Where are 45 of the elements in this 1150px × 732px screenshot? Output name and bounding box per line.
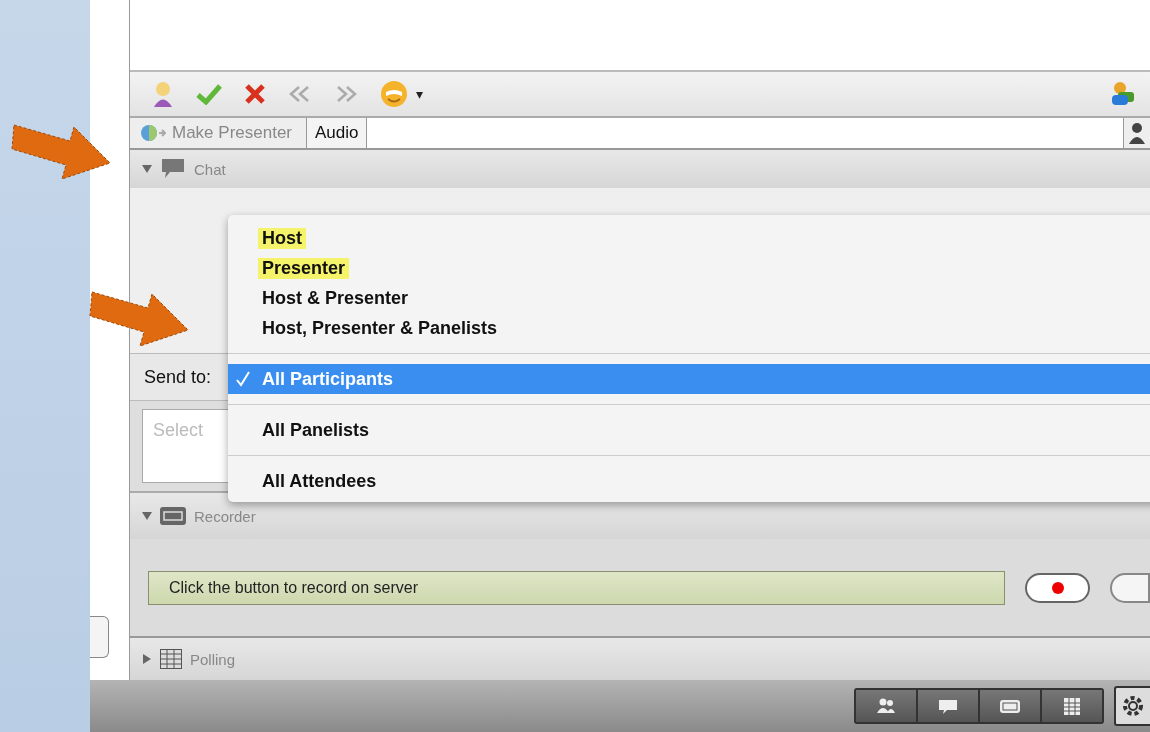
- audio-tab[interactable]: Audio: [306, 118, 368, 148]
- recorder-button[interactable]: [980, 690, 1040, 722]
- side-tab-button[interactable]: [90, 616, 109, 658]
- grid-button[interactable]: [1042, 690, 1102, 722]
- collapse-triangle-icon[interactable]: [142, 511, 152, 521]
- person-icon[interactable]: [152, 80, 174, 108]
- speech-bubble-icon: [160, 158, 186, 180]
- settings-button[interactable]: [1114, 686, 1150, 726]
- recorder-icon: [160, 506, 186, 526]
- checkmark-icon[interactable]: [196, 83, 222, 105]
- speech-bubble-button[interactable]: [918, 690, 978, 722]
- person-icon[interactable]: [1129, 122, 1145, 144]
- menu-item[interactable]: Presenter: [228, 253, 1150, 283]
- expand-triangle-icon[interactable]: [142, 654, 152, 664]
- panel-title: Chat: [194, 160, 226, 178]
- menu-label: Host & Presenter: [262, 287, 409, 309]
- menu-label: All Attendees: [262, 470, 377, 492]
- smiley-icon[interactable]: [380, 80, 408, 108]
- dropdown-caret[interactable]: ▾: [416, 86, 423, 102]
- text-field[interactable]: [367, 118, 1124, 148]
- globe-icon[interactable]: [140, 124, 166, 142]
- record-dot-icon: [1050, 580, 1065, 595]
- send-to-label: Send to:: [144, 366, 212, 388]
- panel-title: Recorder: [194, 507, 256, 525]
- collapse-triangle-icon[interactable]: [142, 164, 152, 174]
- menu-item[interactable]: Host, Presenter & Panelists: [228, 313, 1150, 343]
- gear-icon: [1120, 693, 1146, 719]
- menu-label: Host, Presenter & Panelists: [262, 317, 498, 339]
- menu-item[interactable]: Host & Presenter: [228, 283, 1150, 313]
- menu-item[interactable]: All Attendees: [228, 466, 1150, 496]
- highlighted-label: Host: [258, 227, 306, 249]
- record-status-bar: Click the button to record on server: [148, 570, 1006, 605]
- people-button[interactable]: [856, 690, 916, 722]
- record-button[interactable]: [1025, 572, 1090, 603]
- checkmark-icon: [236, 371, 250, 387]
- menu-label: All Panelists: [262, 419, 370, 441]
- people-icon: [874, 696, 898, 716]
- people-icon[interactable]: [1110, 81, 1136, 107]
- grid-icon: [160, 649, 182, 669]
- menu-item[interactable]: Host: [228, 223, 1150, 253]
- panel-title: Polling: [190, 650, 236, 668]
- menu-label: All Participants: [262, 368, 394, 390]
- close-icon[interactable]: [244, 83, 266, 105]
- highlighted-label: Presenter: [258, 257, 350, 279]
- menu-item[interactable]: All Panelists: [228, 415, 1150, 445]
